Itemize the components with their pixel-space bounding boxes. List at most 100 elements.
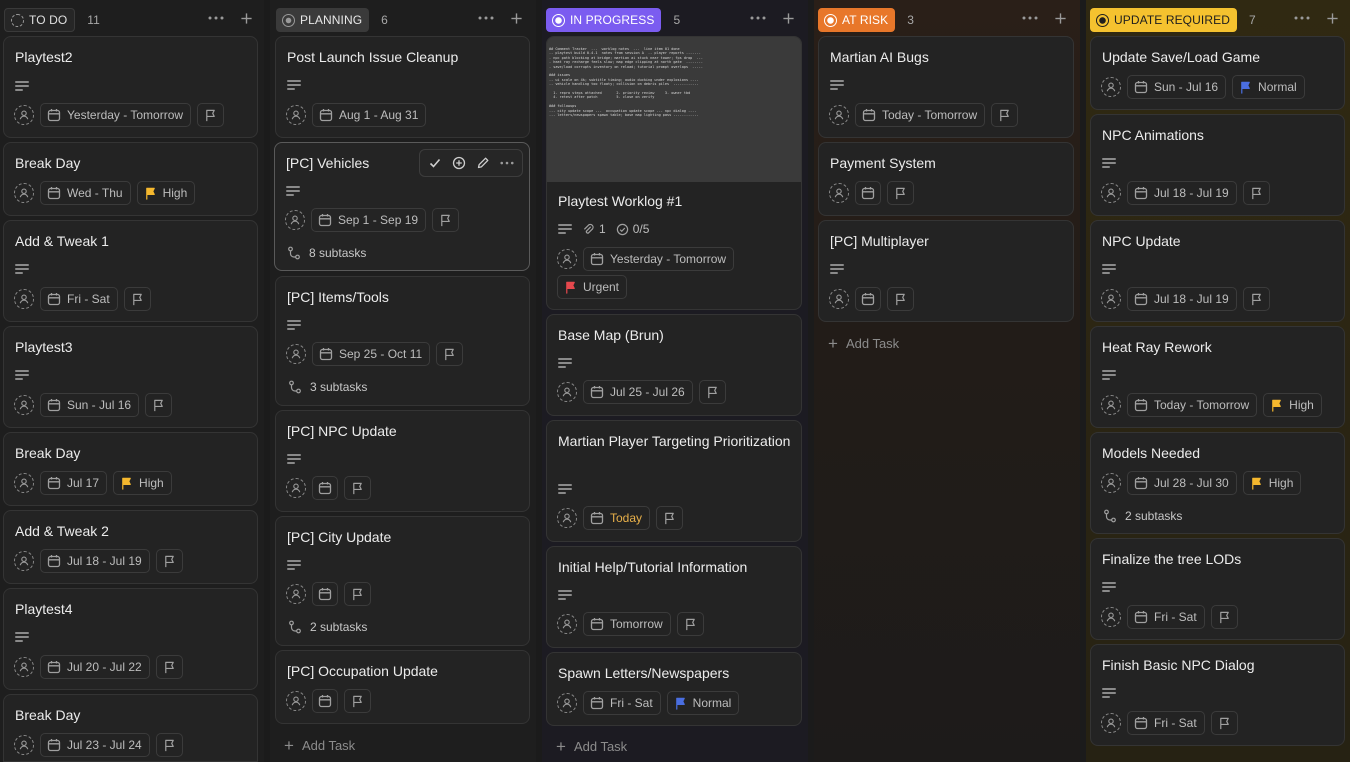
add-task-button[interactable]: + Add Task xyxy=(556,738,627,755)
priority-flag-icon[interactable] xyxy=(197,103,225,127)
edit-icon[interactable] xyxy=(474,154,492,172)
date-picker[interactable] xyxy=(312,689,338,713)
date-chip[interactable]: Today - Tomorrow xyxy=(855,103,986,127)
date-chip[interactable]: Today - Tomorrow xyxy=(1127,393,1258,417)
task-card[interactable]: NPC Animations Jul 18 - Jul 19 xyxy=(1090,114,1345,216)
date-chip[interactable]: Jul 18 - Jul 19 xyxy=(40,549,150,573)
task-card[interactable]: Playtest2 Yesterday - Tomorrow xyxy=(3,36,258,138)
priority-chip[interactable]: Normal xyxy=(666,691,740,715)
task-card[interactable]: Playtest4 Jul 20 - Jul 22 xyxy=(3,588,258,690)
add-icon[interactable] xyxy=(780,10,796,26)
task-card[interactable]: [PC] City Update 2 subtasks xyxy=(275,516,530,646)
priority-flag-icon[interactable] xyxy=(1210,605,1238,629)
date-picker[interactable] xyxy=(855,181,881,205)
assignee-icon[interactable] xyxy=(1101,713,1121,733)
status-badge[interactable]: PLANNING xyxy=(276,8,370,32)
task-card[interactable]: Models Needed Jul 28 - Jul 30 High 2 sub… xyxy=(1090,432,1345,534)
date-chip[interactable]: Aug 1 - Aug 31 xyxy=(312,103,427,127)
add-subtask-icon[interactable] xyxy=(450,154,468,172)
task-card[interactable]: Base Map (Brun) Jul 25 - Jul 26 xyxy=(546,314,802,416)
date-picker[interactable] xyxy=(312,582,338,606)
date-chip[interactable]: Sun - Jul 16 xyxy=(1127,75,1227,99)
add-icon[interactable] xyxy=(238,10,254,26)
assignee-icon[interactable] xyxy=(1101,183,1121,203)
status-badge[interactable]: TO DO xyxy=(4,8,76,32)
date-chip[interactable]: Jul 17 xyxy=(40,471,108,495)
task-card[interactable]: Post Launch Issue Cleanup Aug 1 - Aug 31 xyxy=(275,36,530,138)
assignee-icon[interactable] xyxy=(829,183,849,203)
assignee-icon[interactable] xyxy=(286,584,306,604)
task-card[interactable]: [PC] NPC Update xyxy=(275,410,530,512)
date-chip[interactable]: Jul 18 - Jul 19 xyxy=(1127,181,1237,205)
date-picker[interactable] xyxy=(312,476,338,500)
status-badge[interactable]: IN PROGRESS xyxy=(546,8,662,32)
subtasks-toggle[interactable]: 3 subtasks xyxy=(288,380,367,394)
assignee-icon[interactable] xyxy=(557,382,577,402)
priority-flag-icon[interactable] xyxy=(344,476,371,500)
assignee-icon[interactable] xyxy=(1101,607,1121,627)
task-card[interactable]: Martian Player Targeting Prioritization … xyxy=(546,420,802,542)
task-card[interactable]: [PC] Multiplayer xyxy=(818,220,1074,322)
date-chip[interactable]: Sep 1 - Sep 19 xyxy=(311,208,427,232)
date-chip[interactable]: Fri - Sat xyxy=(40,287,118,311)
date-chip[interactable]: Jul 28 - Jul 30 xyxy=(1127,471,1237,495)
attachments-count[interactable]: 1 xyxy=(582,222,606,236)
assignee-icon[interactable] xyxy=(286,344,306,364)
date-chip[interactable]: Jul 25 - Jul 26 xyxy=(583,380,693,404)
task-card[interactable]: Spawn Letters/Newspapers Fri - Sat Norma… xyxy=(546,652,802,726)
assignee-icon[interactable] xyxy=(14,183,34,203)
assignee-icon[interactable] xyxy=(1101,77,1121,97)
priority-chip[interactable]: High xyxy=(113,471,172,495)
date-chip[interactable]: Sep 25 - Oct 11 xyxy=(312,342,431,366)
priority-flag-icon[interactable] xyxy=(344,689,371,713)
add-icon[interactable] xyxy=(1324,10,1340,26)
date-chip[interactable]: Yesterday - Tomorrow xyxy=(40,103,192,127)
task-card[interactable]: Break Day Wed - Thu High xyxy=(3,142,258,216)
status-badge[interactable]: UPDATE REQUIRED xyxy=(1090,8,1237,32)
date-chip[interactable]: Today xyxy=(583,506,651,530)
task-card[interactable]: [PC] Occupation Update xyxy=(275,650,530,724)
date-chip[interactable]: Wed - Thu xyxy=(40,181,131,205)
task-card[interactable]: ## Comment Tracker --- worklog notes ---… xyxy=(546,36,802,310)
more-icon[interactable] xyxy=(1022,10,1038,26)
priority-chip[interactable]: High xyxy=(1242,471,1302,495)
date-chip[interactable]: Jul 20 - Jul 22 xyxy=(40,655,150,679)
priority-flag-icon[interactable] xyxy=(887,287,914,311)
assignee-icon[interactable] xyxy=(829,105,849,125)
add-icon[interactable] xyxy=(1052,10,1068,26)
task-card[interactable]: Finish Basic NPC Dialog Fri - Sat xyxy=(1090,644,1345,746)
assignee-icon[interactable] xyxy=(1101,289,1121,309)
more-icon[interactable] xyxy=(498,154,516,172)
task-card[interactable]: Playtest3 Sun - Jul 16 xyxy=(3,326,258,428)
priority-flag-icon[interactable] xyxy=(656,506,684,530)
more-icon[interactable] xyxy=(478,10,494,26)
priority-flag-icon[interactable] xyxy=(698,380,726,404)
date-chip[interactable]: Fri - Sat xyxy=(1127,605,1205,629)
assignee-icon[interactable] xyxy=(14,473,34,493)
date-chip[interactable]: Tomorrow xyxy=(583,612,671,636)
task-card[interactable]: Initial Help/Tutorial Information Tomorr… xyxy=(546,546,802,648)
assignee-icon[interactable] xyxy=(829,289,849,309)
add-task-button[interactable]: + Add Task xyxy=(284,737,355,754)
priority-flag-icon[interactable] xyxy=(155,733,183,757)
assignee-icon[interactable] xyxy=(286,105,306,125)
date-chip[interactable]: Sun - Jul 16 xyxy=(40,393,140,417)
priority-flag-icon[interactable] xyxy=(676,612,704,636)
subtasks-toggle[interactable]: 8 subtasks xyxy=(287,246,366,260)
task-card[interactable]: Break Day Jul 17 High xyxy=(3,432,258,506)
priority-flag-icon[interactable] xyxy=(145,393,173,417)
task-card[interactable]: Payment System xyxy=(818,142,1074,216)
assignee-icon[interactable] xyxy=(14,657,34,677)
assignee-icon[interactable] xyxy=(557,508,577,528)
task-card[interactable]: [PC] Vehicles Sep 1 - Sep 19 8 subtasks xyxy=(274,142,530,271)
status-badge[interactable]: AT RISK xyxy=(818,8,896,32)
priority-flag-icon[interactable] xyxy=(1242,181,1270,205)
priority-flag-icon[interactable] xyxy=(1210,711,1238,735)
priority-chip[interactable]: Urgent xyxy=(557,275,628,299)
checklist-count[interactable]: 0/5 xyxy=(616,222,649,236)
priority-flag-icon[interactable] xyxy=(123,287,151,311)
task-card[interactable]: Heat Ray Rework Today - Tomorrow High xyxy=(1090,326,1345,428)
assignee-icon[interactable] xyxy=(557,693,577,713)
add-icon[interactable] xyxy=(508,10,524,26)
date-chip[interactable]: Fri - Sat xyxy=(583,691,661,715)
